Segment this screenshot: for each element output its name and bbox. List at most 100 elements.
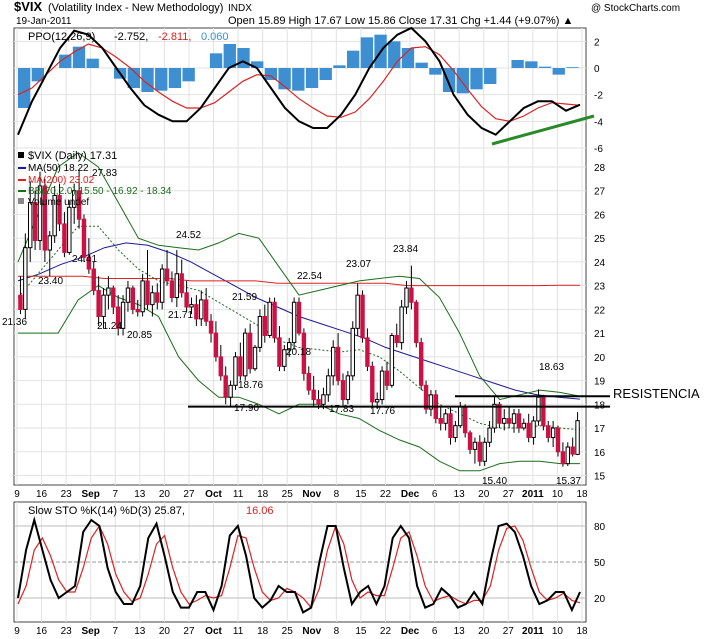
candle-body (218, 356, 224, 377)
x-tick-label: 9 (14, 489, 20, 500)
header-date: 19-Jan-2011 (16, 16, 72, 27)
price-y-tick: 24 (594, 258, 606, 269)
legend-ticker-swatch (18, 152, 24, 158)
legend-volume-swatch (18, 198, 24, 204)
price-y-tick: 15 (594, 472, 606, 483)
price-annotation: 21.36 (2, 317, 27, 328)
x-tick-label: Oct (205, 489, 222, 500)
x-tick-label: 20 (478, 489, 490, 500)
price-annotation: 21.71 (168, 310, 193, 321)
price-annotation: 23.07 (346, 259, 371, 270)
price-annotation: 17.76 (370, 406, 395, 417)
candle-body (570, 446, 575, 455)
candle-body (174, 273, 180, 299)
x-tick-label: 23 (61, 626, 73, 637)
candle-body (399, 306, 404, 344)
ppo-histogram-bar (182, 68, 195, 82)
candle-body (423, 384, 429, 410)
candle-body (374, 399, 380, 403)
price-y-tick: 21 (594, 329, 606, 340)
candle-body (521, 422, 527, 429)
candle-body (414, 301, 419, 344)
ppo-histogram-bar (415, 62, 428, 68)
candle-body (482, 441, 487, 462)
price-annotation: 21.24 (97, 321, 122, 332)
candle-body (189, 304, 194, 308)
ppo-y-tick: 0 (594, 64, 600, 75)
x-tick-label: Dec (401, 489, 420, 500)
candle-body (365, 337, 370, 367)
ppo-y-tick: -2 (594, 91, 603, 102)
candle-body (335, 346, 341, 382)
ppo-histogram-bar (429, 68, 442, 75)
price-annotation: 15.37 (556, 476, 581, 487)
header-symbol: $VIX (14, 0, 43, 14)
candle-body (47, 235, 52, 251)
price-annotation: 17.90 (234, 403, 259, 414)
candle-body (321, 394, 326, 405)
legend-ma50: MA(50) 18.22 (28, 163, 89, 174)
candle-body (443, 413, 448, 424)
ppo-histogram-bar (155, 68, 168, 91)
candle-body (223, 375, 228, 398)
price-y-tick: 16 (594, 448, 606, 459)
candle-body (438, 418, 443, 424)
ppo-histogram-bar (319, 68, 332, 80)
candle-body (252, 346, 258, 370)
candle-body (243, 332, 248, 377)
ppo-legend-value: -2.752, (114, 31, 148, 43)
x-tick-label: 6 (432, 626, 438, 637)
candle-body (267, 301, 272, 336)
candle-body (179, 273, 184, 294)
ppo-histogram-bar (360, 37, 374, 68)
x-tick-label: 25 (282, 489, 294, 500)
candle-body (418, 342, 424, 386)
x-tick-label: 25 (282, 626, 294, 637)
sto-y-tick: 50 (594, 558, 606, 569)
candle-body (394, 334, 399, 344)
price-panel: 27.83 24.41 23.40 21.36 21.24 20.85 21.71 24.52… (2, 152, 610, 487)
candle-body (384, 370, 390, 386)
candle-body (560, 451, 566, 465)
x-tick-label: 15 (355, 626, 367, 637)
candle-body (272, 301, 277, 339)
legend-ma200: MA(200) 23.02 (28, 175, 95, 186)
candle-body (228, 384, 233, 398)
x-tick-label: 10 (552, 489, 564, 500)
x-tick-label: 22 (380, 489, 392, 500)
candle-body (575, 420, 580, 455)
sto-legend: Slow STO %K(14) %D(3) 25.87, (28, 505, 185, 517)
ppo-histogram-bar (538, 66, 552, 68)
candle-body (404, 287, 409, 308)
resistance-label: RESISTENCIA (613, 386, 700, 401)
price-annotation: 24.52 (176, 230, 201, 241)
ppo-histogram-bar (31, 68, 45, 82)
candle-body (140, 280, 145, 313)
x-tick-label: 13 (134, 489, 146, 500)
legend-ticker: $VIX (Daily) 17.31 (28, 150, 117, 162)
candle-body (541, 396, 546, 427)
price-annotation: 22.54 (297, 271, 322, 282)
candle-body (458, 406, 463, 427)
price-y-tick: 26 (594, 210, 606, 221)
ppo-legend-signal: -2.811, (158, 31, 191, 43)
ppo-histogram-bar (552, 68, 565, 75)
price-annotation: 27.83 (92, 168, 117, 179)
candle-body (546, 425, 551, 439)
header-exchange: INDX (228, 3, 252, 14)
candle-body (345, 375, 351, 401)
price-annotation: 18.63 (539, 362, 564, 373)
x-tick-label: Dec (401, 626, 420, 637)
candle-body (526, 422, 531, 439)
ppo-legend-label: PPO(12,26,9) (28, 31, 95, 43)
price-annotation: 15.40 (482, 476, 507, 487)
x-tick-label: 7 (112, 626, 118, 637)
price-y-tick: 27 (594, 187, 606, 198)
x-tick-label: 18 (576, 489, 588, 500)
vix-chart: $VIX (Volatility Index - New Methodology… (2, 0, 700, 637)
candle-body (213, 332, 219, 358)
ppo-histogram-bar (346, 50, 360, 68)
candle-body (370, 365, 375, 403)
candle-body (340, 380, 346, 401)
x-tick-label: Sep (82, 626, 100, 637)
